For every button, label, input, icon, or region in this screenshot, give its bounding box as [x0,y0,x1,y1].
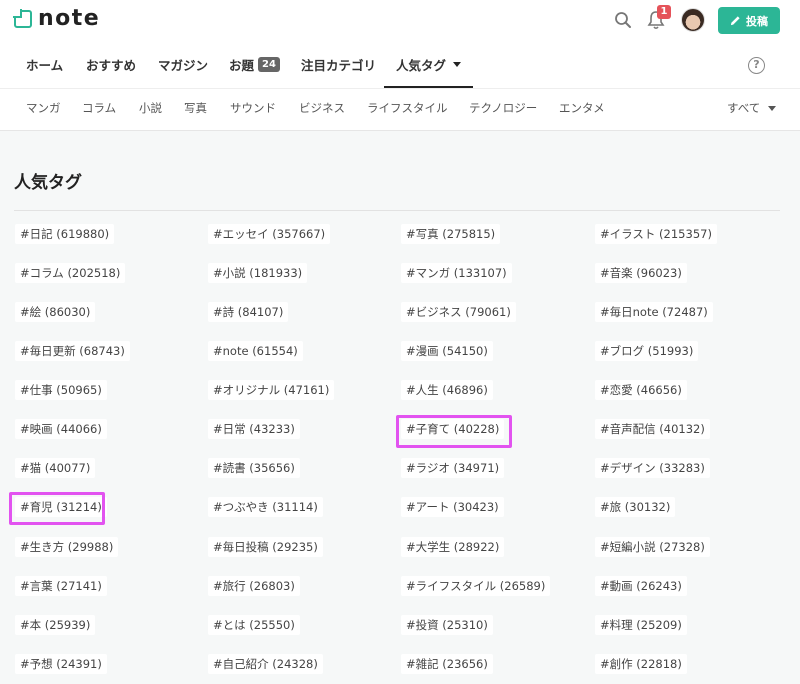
tab-label: 注目カテゴリ [301,58,377,73]
tab-home[interactable]: ホーム [26,42,63,87]
tag-link[interactable]: #日記 (619880) [15,224,115,244]
tag-link[interactable]: #毎日note (72487) [595,302,713,322]
tab-topics[interactable]: お題 24 [229,42,280,87]
logo-text: note [38,6,101,31]
all-categories-dropdown[interactable]: すべて [727,88,777,128]
tag-link[interactable]: #note (61554) [208,341,303,361]
tag-link[interactable]: #映画 (44066) [15,419,107,439]
tag-link[interactable]: #読書 (35656) [208,458,300,478]
tag-link[interactable]: #日常 (43233) [208,419,300,439]
help-icon[interactable]: ? [748,57,765,74]
category-tab-manga[interactable]: マンガ [26,88,61,128]
tag-link[interactable]: #毎日投稿 (29235) [208,537,323,557]
chevron-down-icon [768,105,777,111]
category-tab-entertainment[interactable]: エンタメ [559,88,605,128]
tag-link[interactable]: #アート (30423) [401,497,504,517]
tag-link[interactable]: #生き方 (29988) [15,537,119,557]
search-icon[interactable] [614,11,632,29]
tag-link[interactable]: #絵 (86030) [15,302,96,322]
tab-label: お題 [229,58,255,73]
category-tab-technology[interactable]: テクノロジー [469,88,537,128]
tag-link[interactable]: #漫画 (54150) [401,341,493,361]
tag-link[interactable]: #旅行 (26803) [208,576,300,596]
tag-link[interactable]: #エッセイ (357667) [208,224,331,244]
tab-label: マガジン [158,58,209,73]
tag-link[interactable]: #オリジナル (47161) [208,380,335,400]
tab-featured-categories[interactable]: 注目カテゴリ [301,42,376,87]
tag-link[interactable]: #つぶやき (31114) [208,497,323,517]
tag-link[interactable]: #イラスト (215357) [595,224,717,244]
category-tab-photo[interactable]: 写真 [184,88,207,128]
category-tab-novel[interactable]: 小説 [139,88,162,128]
tag-link[interactable]: #小説 (181933) [208,263,308,283]
tag-link[interactable]: #マンガ (133107) [401,263,512,283]
tab-label: 人気タグ [396,57,447,73]
tag-link[interactable]: #音声配信 (40132) [595,419,710,439]
note-logo[interactable]: note [13,6,101,31]
content-area [0,131,800,684]
post-button[interactable]: 投稿 [718,7,780,34]
tag-link[interactable]: #人生 (46896) [401,380,493,400]
tab-label: おすすめ [86,58,137,73]
category-tab-column[interactable]: コラム [82,88,116,128]
tag-link[interactable]: #動画 (26243) [595,576,687,596]
highlight-box-ikuji [9,492,105,525]
tab-magazine[interactable]: マガジン [158,42,208,87]
post-button-label: 投稿 [746,14,768,28]
tag-link[interactable]: #大学生 (28922) [401,537,505,557]
tag-link[interactable]: #自己紹介 (24328) [208,654,323,674]
chevron-down-icon [453,61,462,67]
tag-link[interactable]: #ブログ (51993) [595,341,699,361]
highlight-box-kosodate [396,415,512,448]
tag-link[interactable]: #ラジオ (34971) [401,458,505,478]
tag-link[interactable]: #仕事 (50965) [15,380,107,400]
divider [14,210,780,211]
tag-link[interactable]: #ビジネス (79061) [401,302,516,322]
tag-link[interactable]: #創作 (22818) [595,654,687,674]
tag-link[interactable]: #音楽 (96023) [595,263,687,283]
tag-link[interactable]: #コラム (202518) [15,263,126,283]
tag-link[interactable]: #ライフスタイル (26589) [401,576,551,596]
tag-link[interactable]: #予想 (24391) [15,654,107,674]
tag-link[interactable]: #投資 (25310) [401,615,493,635]
tab-popular-tags[interactable]: 人気タグ [384,42,474,88]
category-tab-lifestyle[interactable]: ライフスタイル [367,88,448,128]
category-tab-business[interactable]: ビジネス [299,88,345,128]
notification-count-badge: 1 [657,5,671,19]
logo-mark-icon [13,9,32,28]
all-categories-label: すべて [727,101,761,115]
tag-link[interactable]: #とは (25550) [208,615,300,635]
tag-link[interactable]: #料理 (25209) [595,615,687,635]
tag-link[interactable]: #詩 (84107) [208,302,289,322]
tag-link[interactable]: #猫 (40077) [15,458,96,478]
tag-link[interactable]: #雑記 (23656) [401,654,493,674]
tag-link[interactable]: #デザイン (33283) [595,458,710,478]
category-nav: マンガ コラム 小説 写真 サウンド ビジネス ライフスタイル テクノロジー エ… [0,88,800,131]
top-header: note 1 投稿 [0,0,800,42]
page-title: 人気タグ [14,173,82,193]
tag-link[interactable]: #写真 (275815) [401,224,501,244]
main-nav: ホーム おすすめ マガジン お題 24 注目カテゴリ 人気タグ [0,42,800,89]
pencil-icon [730,16,740,26]
tag-link[interactable]: #旅 (30132) [595,497,676,517]
category-tab-sound[interactable]: サウンド [230,88,276,128]
tag-link[interactable]: #毎日更新 (68743) [15,341,130,361]
tag-link[interactable]: #恋愛 (46656) [595,380,687,400]
tab-recommended[interactable]: おすすめ [86,42,136,87]
topics-count-badge: 24 [258,57,280,72]
tag-link[interactable]: #本 (25939) [15,615,96,635]
tag-link[interactable]: #言葉 (27141) [15,576,107,596]
avatar[interactable] [681,8,705,32]
tab-label: ホーム [26,58,64,73]
tag-link[interactable]: #短編小説 (27328) [595,537,710,557]
